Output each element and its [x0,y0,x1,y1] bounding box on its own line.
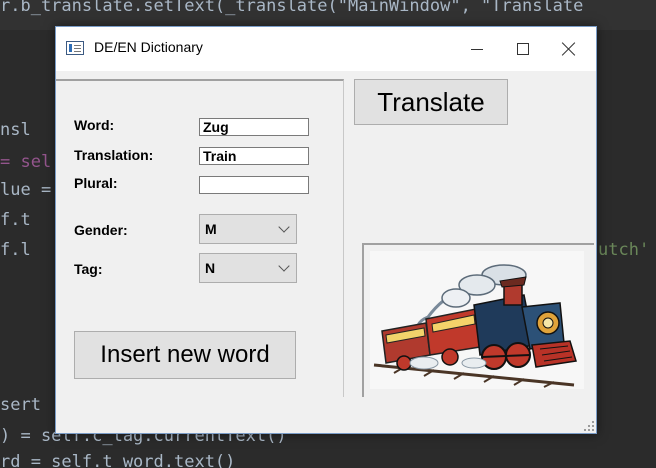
gender-label: Gender: [74,222,128,238]
code-line: rd = self.t_word.text() [0,452,236,468]
tag-select-value: N [205,260,216,276]
tag-select[interactable]: N [199,253,297,283]
translation-label: Translation: [74,147,154,163]
chevron-down-icon [278,221,290,233]
image-frame [362,243,594,399]
maximize-button[interactable] [500,27,546,71]
steam-train-image [370,251,584,389]
app-window-icon [66,41,84,55]
code-line: nsl [0,120,31,140]
code-line: r.b_translate.setText(_translate("MainWi… [0,0,584,16]
word-input[interactable]: Zug [199,118,309,136]
code-line: utch' [598,240,650,260]
gender-select[interactable]: M [199,214,297,244]
translation-input[interactable]: Train [199,147,309,165]
minimize-icon [471,48,483,50]
insert-new-word-button[interactable]: Insert new word [74,331,296,379]
resize-grip-icon[interactable] [584,421,594,431]
close-button[interactable] [546,27,592,71]
maximize-icon [517,43,529,55]
minimize-button[interactable] [454,27,500,71]
translate-button[interactable]: Translate [354,79,508,125]
window-title: DE/EN Dictionary [94,39,203,55]
gender-select-value: M [205,221,217,237]
code-line: sert [0,395,41,415]
close-icon [562,42,576,56]
code-line: = sel [0,152,52,172]
title-bar[interactable]: DE/EN Dictionary [56,27,596,71]
dictionary-window: DE/EN Dictionary Word: Zug Translation: … [55,26,597,434]
plural-label: Plural: [74,175,118,191]
chevron-down-icon [278,260,290,272]
tag-label: Tag: [74,261,103,277]
plural-input[interactable] [199,176,309,194]
word-label: Word: [74,117,115,133]
status-bar [56,397,596,433]
code-line: lue = [0,180,52,200]
code-line: f.l [0,240,31,260]
code-line: f.t [0,210,31,230]
